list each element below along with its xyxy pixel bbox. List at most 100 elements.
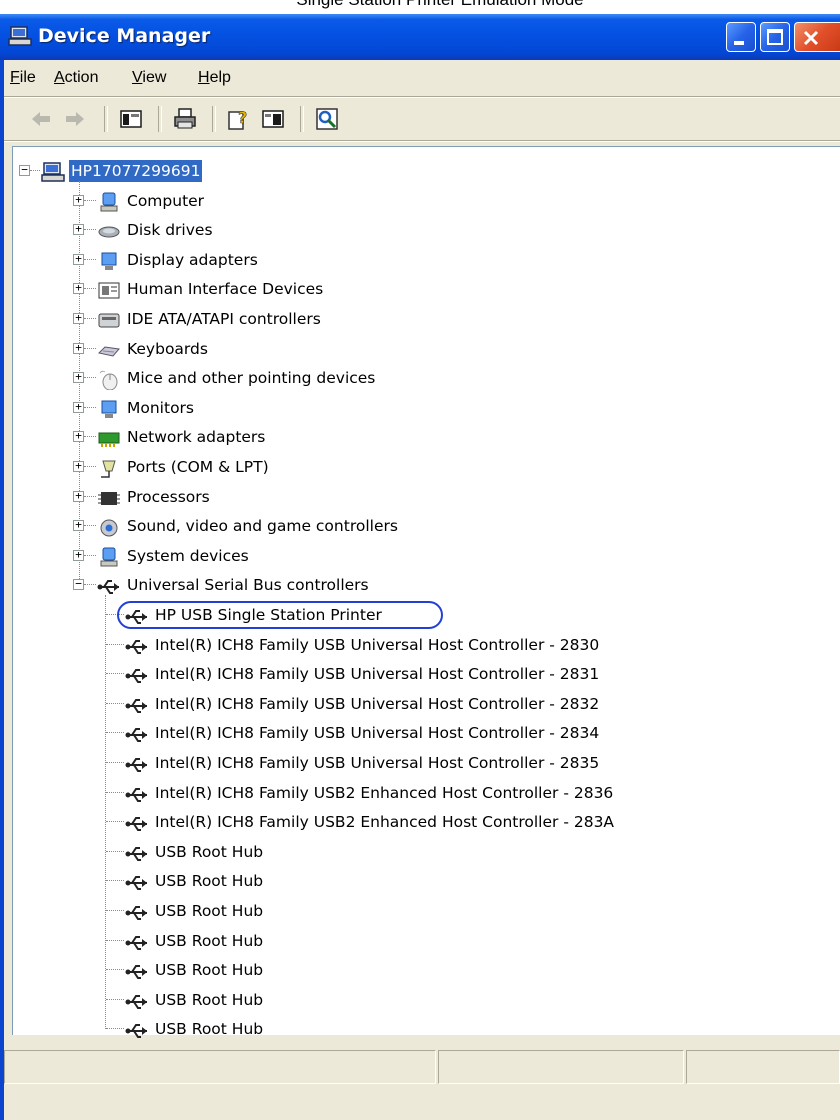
usb-device-item[interactable]: Intel(R) ICH8 Family USB Universal Host … xyxy=(125,751,765,777)
expand-toggle[interactable]: + xyxy=(73,282,84,295)
usb-device-label: USB Root Hub xyxy=(155,842,264,861)
usb-device-item[interactable]: Intel(R) ICH8 Family USB2 Enhanced Host … xyxy=(125,810,765,836)
expand-toggle[interactable]: + xyxy=(73,223,84,236)
menu-view[interactable]: View xyxy=(132,68,166,88)
usb-device-item[interactable]: USB Root Hub xyxy=(125,1017,765,1043)
tree-item-mouse[interactable]: Mice and other pointing devices xyxy=(97,366,697,392)
menu-action[interactable]: Action xyxy=(54,68,98,88)
tree-item-disk-drive[interactable]: Disk drives xyxy=(97,218,697,244)
usb-device-item[interactable]: USB Root Hub xyxy=(125,958,765,984)
tree-item-processor[interactable]: Processors xyxy=(97,485,697,511)
toolbar-separator-line xyxy=(4,140,840,142)
toolbar-separator xyxy=(158,106,162,132)
tree-item-ide-controller[interactable]: IDE ATA/ATAPI controllers xyxy=(97,307,697,333)
tree-root-label: HP17077299691 xyxy=(69,160,203,182)
usb-device-item[interactable]: USB Root Hub xyxy=(125,840,765,866)
expand-toggle[interactable]: + xyxy=(73,430,84,443)
usb-device-label: USB Root Hub xyxy=(155,961,264,980)
usb-device-item[interactable]: USB Root Hub xyxy=(125,929,765,955)
display-adapter-icon xyxy=(101,252,117,270)
window-title: Device Manager xyxy=(38,25,211,47)
expand-toggle[interactable]: + xyxy=(73,342,84,354)
tree-item-display-adapter[interactable]: Display adapters xyxy=(97,248,697,274)
tree-item-label: Sound, video and game controllers xyxy=(127,517,398,536)
usb-icon xyxy=(125,994,147,1009)
usb-device-item[interactable]: Intel(R) ICH8 Family USB Universal Host … xyxy=(125,721,765,747)
toolbar-separator xyxy=(212,106,216,132)
tree-connector xyxy=(106,880,124,882)
tree-connector xyxy=(84,406,96,408)
maximize-button[interactable] xyxy=(760,22,790,52)
tree-item-label: Processors xyxy=(127,487,210,506)
tree-item-sound[interactable]: Sound, video and game controllers xyxy=(97,514,697,540)
expand-toggle[interactable]: + xyxy=(73,490,84,502)
usb-icon xyxy=(125,935,147,950)
show-hide-console-tree-icon[interactable] xyxy=(118,106,144,132)
expand-toggle[interactable]: + xyxy=(73,253,84,265)
tree-item-keyboard[interactable]: Keyboards xyxy=(97,337,697,363)
root-collapse-toggle[interactable]: − xyxy=(19,164,30,176)
expand-toggle[interactable]: + xyxy=(73,371,84,384)
tree-item-computer[interactable]: Computer xyxy=(97,189,697,215)
tree-item-label: Display adapters xyxy=(127,250,258,269)
tree-item-network-adapter[interactable]: Network adapters xyxy=(97,425,697,451)
tree-item-usb[interactable]: Universal Serial Bus controllers xyxy=(97,573,697,599)
usb-device-label: USB Root Hub xyxy=(155,1020,264,1039)
usb-device-label: USB Root Hub xyxy=(155,990,264,1009)
tree-root[interactable]: HP17077299691 xyxy=(41,159,441,185)
close-button[interactable] xyxy=(794,22,840,52)
svg-text:?: ? xyxy=(238,108,247,127)
expand-toggle[interactable]: + xyxy=(73,549,84,561)
back-arrow-icon[interactable] xyxy=(28,106,54,132)
tree-item-port[interactable]: Ports (COM & LPT) xyxy=(97,455,697,481)
tree-item-label: Network adapters xyxy=(127,428,266,447)
menu-bar: File Action View Help xyxy=(4,60,840,96)
expand-toggle[interactable]: + xyxy=(73,460,84,472)
tree-connector xyxy=(84,377,96,379)
title-bar[interactable]: Device Manager xyxy=(0,14,840,60)
keyboard-icon xyxy=(97,346,120,357)
tree-connector xyxy=(84,525,96,527)
monitor-icon xyxy=(101,400,117,418)
tree-item-hid[interactable]: Human Interface Devices xyxy=(97,277,697,303)
expand-toggle[interactable]: + xyxy=(73,194,84,206)
tree-item-monitor[interactable]: Monitors xyxy=(97,396,697,422)
tree-item-system-devices[interactable]: System devices xyxy=(97,544,697,570)
device-tree[interactable]: − HP17077299691 + Computer + Disk drives + Disp… xyxy=(12,146,840,1039)
help-properties-icon[interactable]: ? xyxy=(226,106,252,132)
usb-device-item[interactable]: USB Root Hub xyxy=(125,899,765,925)
menu-file[interactable]: File xyxy=(10,68,36,88)
expand-toggle[interactable]: + xyxy=(73,401,84,413)
usb-device-label: Intel(R) ICH8 Family USB Universal Host … xyxy=(155,694,600,713)
tree-connector xyxy=(84,495,96,497)
minimize-button[interactable] xyxy=(726,22,756,52)
tree-item-label: System devices xyxy=(127,546,249,565)
usb-device-label: Intel(R) ICH8 Family USB2 Enhanced Host … xyxy=(155,783,614,802)
usb-device-item[interactable]: USB Root Hub xyxy=(125,869,765,895)
help-icon[interactable] xyxy=(260,106,286,132)
usb-device-item[interactable]: Intel(R) ICH8 Family USB Universal Host … xyxy=(125,662,765,688)
expand-toggle[interactable]: + xyxy=(73,519,84,532)
usb-device-label: USB Root Hub xyxy=(155,872,264,891)
tree-item-label: Monitors xyxy=(127,398,194,417)
usb-device-item[interactable]: Intel(R) ICH8 Family USB Universal Host … xyxy=(125,692,765,718)
scan-hardware-icon[interactable] xyxy=(314,106,340,132)
expand-toggle[interactable]: + xyxy=(73,312,84,324)
tree-connector xyxy=(84,584,96,586)
sound-icon xyxy=(100,519,118,537)
close-icon xyxy=(803,30,819,46)
menu-help[interactable]: Help xyxy=(198,68,231,88)
usb-device-label: Intel(R) ICH8 Family USB Universal Host … xyxy=(155,665,600,684)
usb-device-item[interactable]: Intel(R) ICH8 Family USB2 Enhanced Host … xyxy=(125,781,765,807)
expand-toggle[interactable]: − xyxy=(73,578,84,591)
disk-drive-icon xyxy=(98,226,120,238)
usb-icon xyxy=(125,817,147,832)
computer-icon xyxy=(41,162,65,182)
print-icon[interactable] xyxy=(172,106,198,132)
forward-arrow-icon[interactable] xyxy=(62,106,88,132)
usb-device-item[interactable]: Intel(R) ICH8 Family USB Universal Host … xyxy=(125,633,765,659)
tree-connector xyxy=(84,318,96,319)
tree-connector xyxy=(106,673,124,675)
computer-icon xyxy=(100,192,118,212)
usb-device-item[interactable]: USB Root Hub xyxy=(125,988,765,1014)
